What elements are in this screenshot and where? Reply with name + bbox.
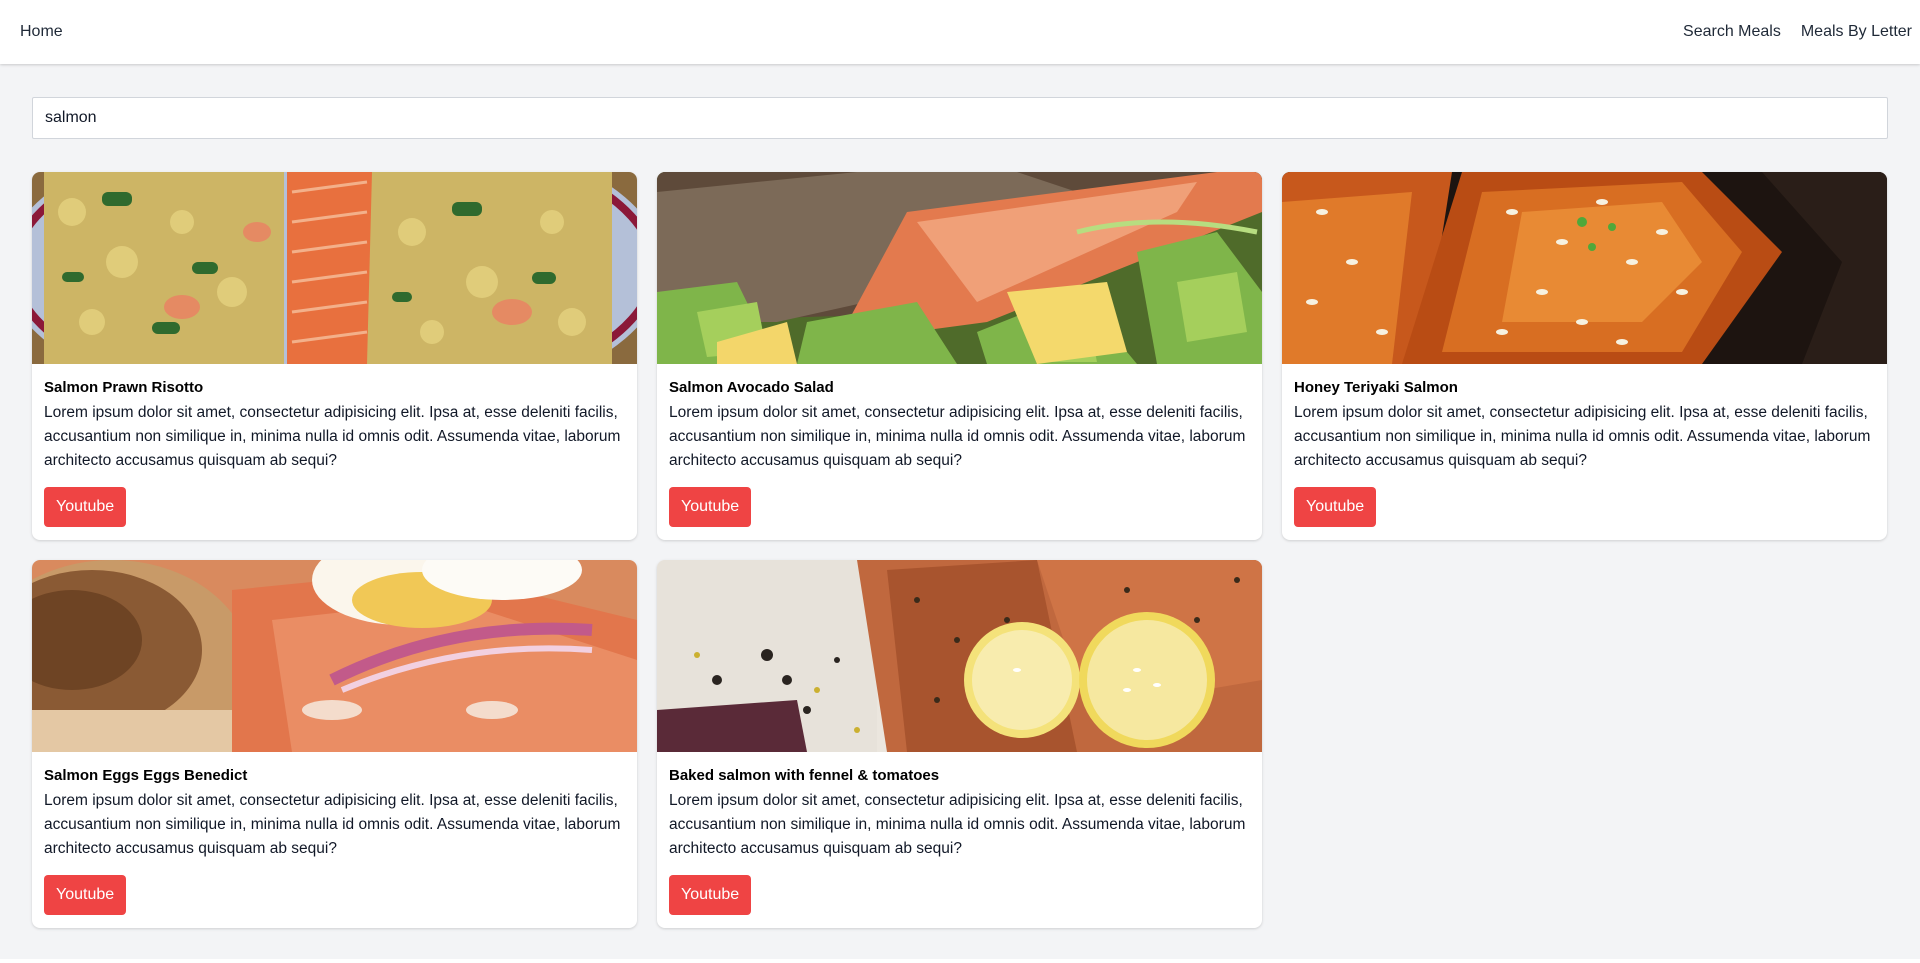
youtube-button[interactable]: Youtube (1294, 487, 1377, 527)
nav-meals-by-letter-link[interactable]: Meals By Letter (1801, 23, 1912, 41)
nav-search-meals-link[interactable]: Search Meals (1683, 23, 1781, 41)
search-input[interactable] (32, 97, 1888, 139)
main-content: Salmon Prawn Risotto Lorem ipsum dolor s… (0, 64, 1920, 959)
meal-title: Salmon Eggs Eggs Benedict (44, 767, 248, 784)
meal-grid: Salmon Prawn Risotto Lorem ipsum dolor s… (32, 172, 1888, 928)
card-body: Salmon Avocado Salad Lorem ipsum dolor s… (657, 364, 1262, 539)
meal-description: Lorem ipsum dolor sit amet, consectetur … (669, 404, 1246, 469)
meal-image (1282, 172, 1887, 364)
meal-image (657, 172, 1262, 364)
meal-card: Salmon Avocado Salad Lorem ipsum dolor s… (657, 172, 1262, 540)
nav-home-link[interactable]: Home (20, 23, 63, 41)
meal-title: Baked salmon with fennel & tomatoes (669, 767, 940, 784)
meal-title: Salmon Avocado Salad (669, 379, 834, 396)
navbar: Home Search Meals Meals By Letter (0, 0, 1920, 64)
meal-card: Baked salmon with fennel & tomatoes Lore… (657, 560, 1262, 928)
meal-description: Lorem ipsum dolor sit amet, consectetur … (44, 404, 621, 469)
meal-title: Honey Teriyaki Salmon (1294, 379, 1458, 396)
card-body: Honey Teriyaki Salmon Lorem ipsum dolor … (1282, 364, 1887, 539)
card-body: Salmon Eggs Eggs Benedict Lorem ipsum do… (32, 752, 637, 927)
meal-title: Salmon Prawn Risotto (44, 379, 204, 396)
card-body: Baked salmon with fennel & tomatoes Lore… (657, 752, 1262, 927)
meal-description: Lorem ipsum dolor sit amet, consectetur … (1294, 404, 1871, 469)
card-body: Salmon Prawn Risotto Lorem ipsum dolor s… (32, 364, 637, 539)
meal-description: Lorem ipsum dolor sit amet, consectetur … (44, 792, 621, 857)
meal-image (657, 560, 1262, 752)
meal-card: Honey Teriyaki Salmon Lorem ipsum dolor … (1282, 172, 1887, 540)
youtube-button[interactable]: Youtube (669, 487, 752, 527)
nav-right-links: Search Meals Meals By Letter (1683, 23, 1912, 41)
youtube-button[interactable]: Youtube (44, 875, 127, 915)
meal-card: Salmon Prawn Risotto Lorem ipsum dolor s… (32, 172, 637, 540)
meal-image (32, 172, 637, 364)
youtube-button[interactable]: Youtube (669, 875, 752, 915)
meal-image (32, 560, 637, 752)
meal-card: Salmon Eggs Eggs Benedict Lorem ipsum do… (32, 560, 637, 928)
youtube-button[interactable]: Youtube (44, 487, 127, 527)
meal-description: Lorem ipsum dolor sit amet, consectetur … (669, 792, 1246, 857)
